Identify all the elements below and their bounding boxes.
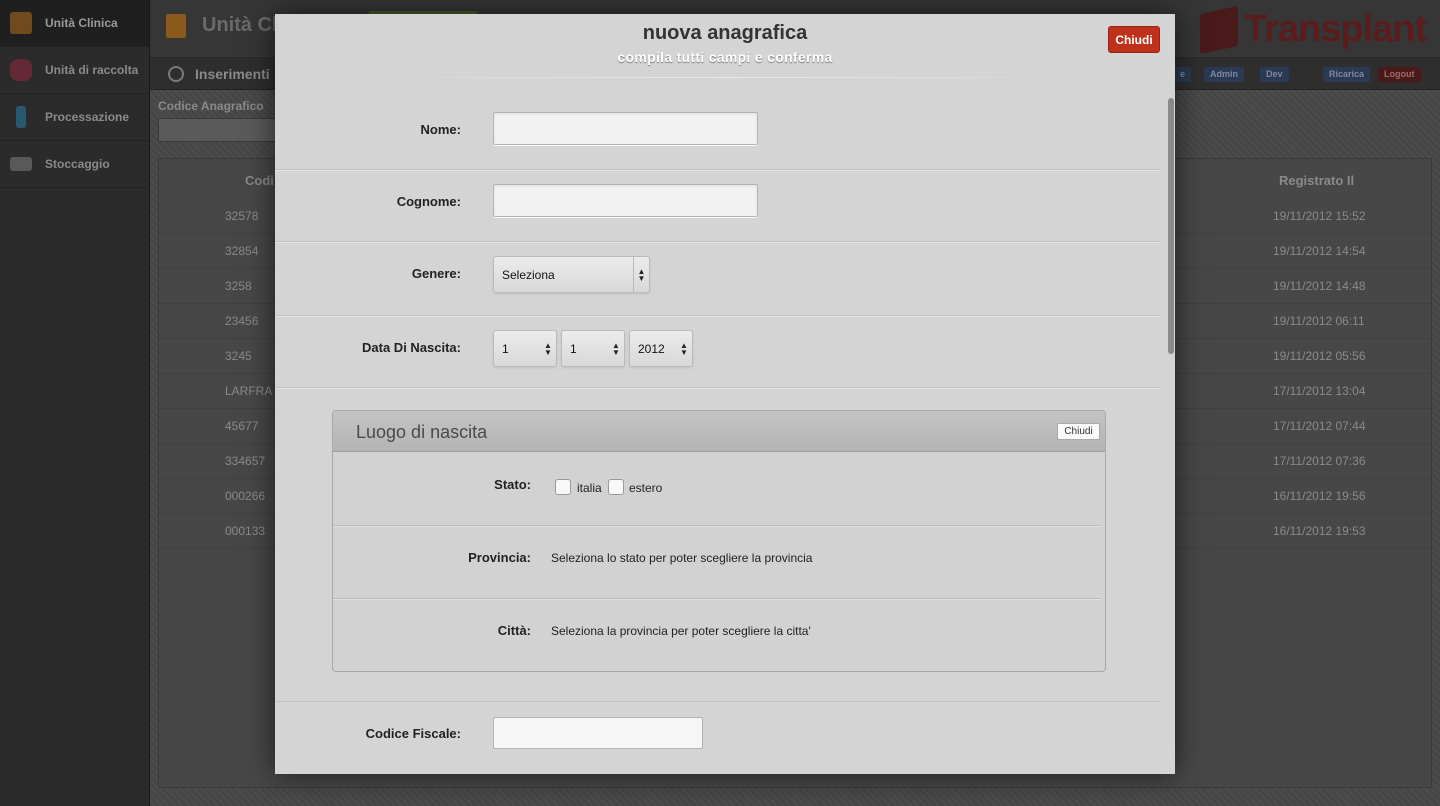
clipboard-icon [10,12,32,34]
row-date: 19/11/2012 06:11 [1273,314,1365,328]
day-selected: 1 [502,342,509,356]
section-title: Inserimenti [195,66,270,82]
genere-select[interactable]: Seleziona ▲ ▼ [493,256,650,293]
column-header-code: Codi [245,173,274,188]
row-date: 19/11/2012 05:56 [1273,349,1366,363]
cube-logo-icon [1199,5,1238,54]
select-arrows-icon: ▲ ▼ [612,341,620,357]
search-label: Codice Anagrafico [158,99,264,113]
column-header-registered: Registrato Il [1279,173,1355,188]
genere-label: Genere: [411,266,461,281]
scrollbar[interactable] [1168,98,1174,354]
divider [355,77,1095,78]
row-code: 32578 [225,209,259,223]
year-select[interactable]: 2012 ▲ ▼ [629,330,693,367]
select-arrows-icon: ▲ ▼ [680,341,688,357]
clock-icon [168,66,184,82]
row-code: 3245 [225,349,252,363]
form-row-data-nascita: Data Di Nascita: 1 ▲ ▼ 1 ▲ ▼ 2012 ▲ ▼ [275,316,1161,388]
genere-selected: Seleziona [502,268,555,282]
tray-icon [10,157,32,171]
row-code: 000133 [225,524,266,538]
row-date: 17/11/2012 07:36 [1273,454,1366,468]
row-date: 17/11/2012 13:04 [1273,384,1366,398]
row-date: 16/11/2012 19:56 [1273,489,1366,503]
sidebar-item-label: Unità di raccolta [45,63,139,77]
row-code: 23456 [225,314,259,328]
search-input[interactable] [158,118,278,142]
row-date: 16/11/2012 19:53 [1273,524,1366,538]
sidebar-item-unita-raccolta[interactable]: Unità di raccolta [0,47,149,94]
sidebar-item-label: Processazione [45,110,130,124]
form-row-luogo [275,388,1161,702]
sidebar-item-label: Stoccaggio [45,157,110,171]
select-arrows-icon: ▲ ▼ [544,341,552,357]
day-select[interactable]: 1 ▲ ▼ [493,330,557,367]
year-selected: 2012 [638,342,665,356]
sidebar-item-stoccaggio[interactable]: Stoccaggio [0,141,149,188]
cognome-input[interactable] [493,184,758,217]
test-tube-icon [16,106,26,128]
clipboard-icon [166,14,186,38]
row-code: 000266 [225,489,266,503]
month-selected: 1 [570,342,577,356]
modal-header: nuova anagrafica compila tutti campi e c… [275,14,1175,79]
form-row-codice-fiscale: Codice Fiscale: [275,702,1161,774]
modal-subtitle: compila tutti campi e conferma [617,49,833,65]
page-title: Unità Cl [202,14,278,36]
admin-button[interactable]: Admin [1204,67,1244,82]
month-select[interactable]: 1 ▲ ▼ [561,330,625,367]
nome-input[interactable] [493,112,758,145]
sidebar-item-unita-clinica[interactable]: Unità Clinica [0,0,149,47]
row-date: 19/11/2012 15:52 [1273,209,1366,223]
form-row-nome: Nome: [275,79,1161,170]
close-button[interactable]: Chiudi [1108,26,1160,53]
new-record-modal: nuova anagrafica compila tutti campi e c… [275,14,1175,774]
modal-title: nuova anagrafica [642,22,808,44]
cognome-label: Cognome: [396,194,461,209]
codice-fiscale-label: Codice Fiscale: [365,726,461,741]
nome-label: Nome: [420,122,461,137]
logo: Transplant [1199,5,1427,54]
row-code: 334657 [225,454,266,468]
codice-fiscale-input[interactable] [493,717,703,749]
row-date: 17/11/2012 07:44 [1273,419,1366,433]
data-nascita-label: Data Di Nascita: [362,340,461,355]
row-code: LARFRA [225,384,273,398]
logo-text: Transplant [1243,8,1427,50]
sidebar-item-processazione[interactable]: Processazione [0,94,149,141]
form-row-cognome: Cognome: [275,170,1161,242]
logout-button[interactable]: Logout [1378,67,1421,82]
form-row-genere: Genere: Seleziona ▲ ▼ [275,242,1161,316]
sidebar-item-label: Unità Clinica [45,16,118,30]
blood-bag-icon [10,59,32,81]
partial-button[interactable]: e [1174,67,1192,82]
select-arrows-icon: ▲ ▼ [633,257,649,292]
row-code: 45677 [225,419,259,433]
sidebar: Unità Clinica Unità di raccolta Processa… [0,0,150,806]
ricarica-button[interactable]: Ricarica [1323,67,1371,82]
row-code: 32854 [225,244,259,258]
dev-button[interactable]: Dev [1260,67,1289,82]
row-code: 3258 [225,279,252,293]
row-date: 19/11/2012 14:48 [1273,279,1366,293]
row-date: 19/11/2012 14:54 [1273,244,1366,258]
